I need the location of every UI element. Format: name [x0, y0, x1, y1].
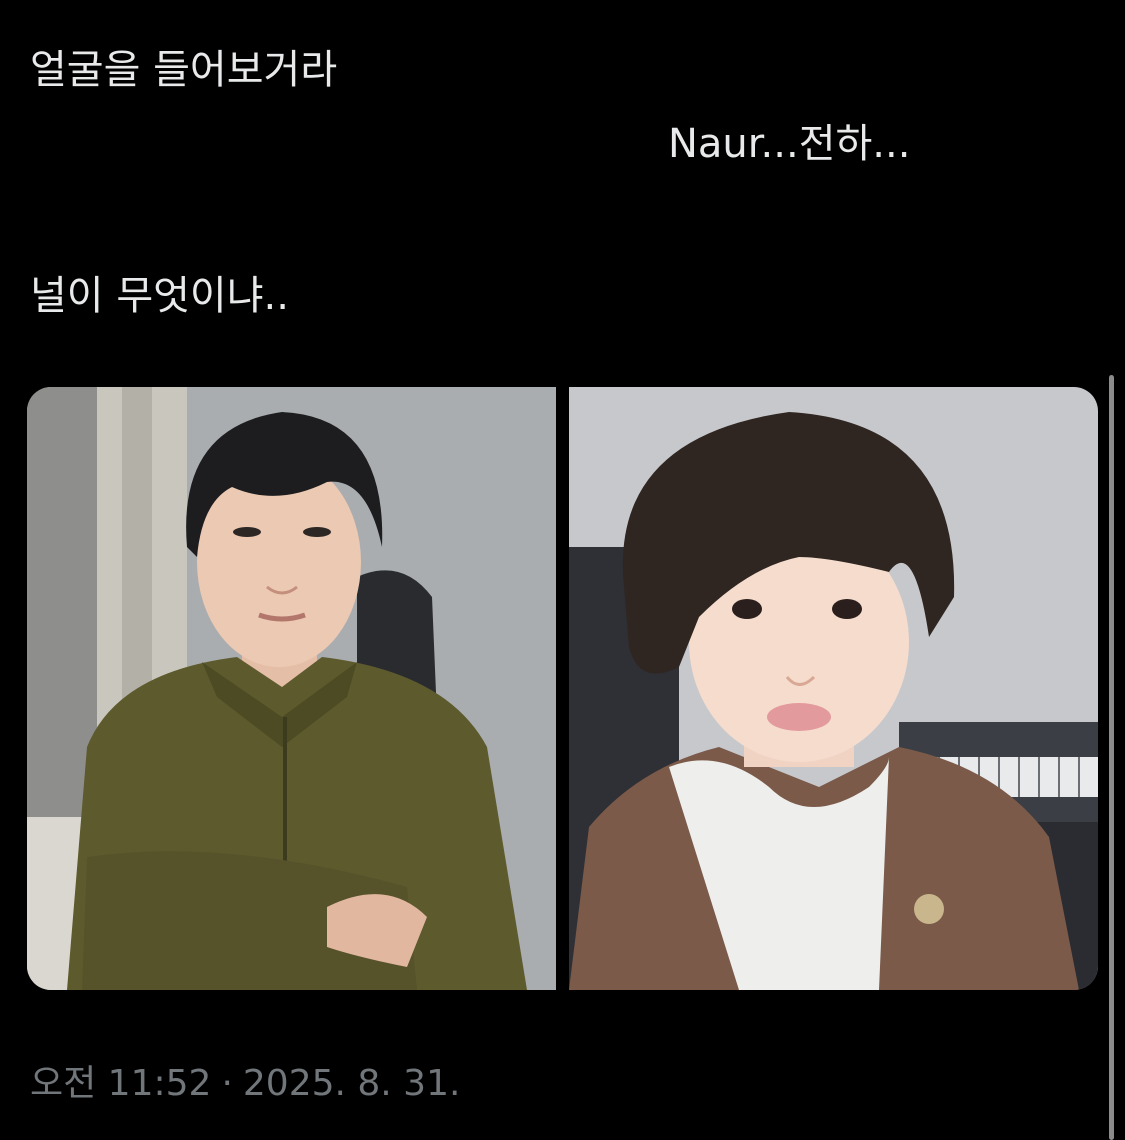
media-image-left[interactable] [27, 387, 556, 990]
tweet-text-line-2: Naur...전하... [668, 121, 911, 167]
media-image-right[interactable] [569, 387, 1098, 990]
timestamp-separator: · [221, 1063, 233, 1104]
tweet-text-line-3: 널이 무엇이냐.. [30, 273, 289, 319]
tweet-date: 2025. 8. 31. [242, 1063, 461, 1104]
tweet-time: 오전 11:52 [30, 1063, 212, 1104]
photo-man-green-jacket-icon [27, 387, 556, 990]
photo-man-brown-cardigan-icon [569, 387, 1098, 990]
tweet-text-line-1: 얼굴을 들어보거라 [30, 47, 338, 93]
media-grid [27, 387, 1098, 990]
tweet-timestamp[interactable]: 오전 11:52 · 2025. 8. 31. [30, 1062, 460, 1106]
scrollbar[interactable] [1109, 375, 1114, 1140]
